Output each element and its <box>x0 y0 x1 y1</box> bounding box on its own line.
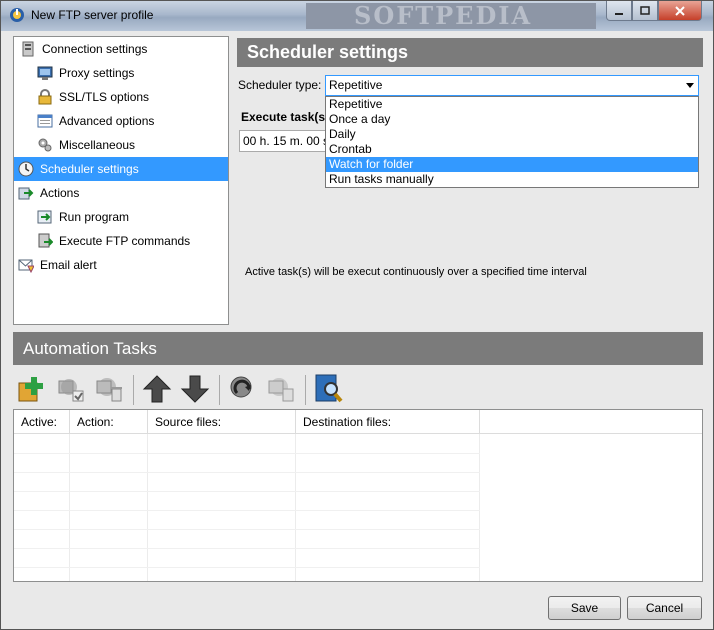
run-icon <box>37 210 52 224</box>
table-row[interactable] <box>14 568 480 581</box>
add-task-icon <box>18 377 43 402</box>
tree-item-run-program[interactable]: Run program <box>37 205 226 229</box>
delete-task-icon <box>96 378 122 402</box>
move-down-icon <box>180 375 210 403</box>
toolbar-separator <box>133 375 134 405</box>
table-row[interactable] <box>14 454 480 473</box>
refresh-button[interactable] <box>225 371 261 407</box>
title-bar[interactable]: New FTP server profile SOFTPEDIA <box>1 1 713 31</box>
actions-icon <box>18 187 34 200</box>
softpedia-watermark: SOFTPEDIA <box>306 3 596 29</box>
scheduler-type-value: Repetitive <box>329 78 383 92</box>
gears-icon <box>38 138 52 152</box>
table-row[interactable] <box>14 549 480 568</box>
dialog-window: New FTP server profile SOFTPEDIA Connect… <box>0 0 714 630</box>
column-header-source-files[interactable]: Source files: <box>148 410 296 433</box>
window-icon <box>37 114 53 128</box>
column-header-action[interactable]: Action: <box>70 410 148 433</box>
minimize-button[interactable] <box>606 1 632 21</box>
scheduler-type-dropdown: Repetitive Once a day Daily Crontab Watc… <box>325 96 699 188</box>
automation-tasks-header: Automation Tasks <box>13 332 703 365</box>
window-title: New FTP server profile <box>31 8 154 22</box>
option-crontab[interactable]: Crontab <box>326 142 698 157</box>
scheduler-description: Active task(s) will be execut continuous… <box>245 266 587 278</box>
column-header-active[interactable]: Active: <box>14 410 70 433</box>
close-icon <box>675 5 685 16</box>
option-repetitive[interactable]: Repetitive <box>326 97 698 112</box>
maximize-button[interactable] <box>632 1 658 21</box>
execute-interval-input[interactable]: 00 h. 15 m. 00 s. <box>239 130 327 152</box>
move-down-button[interactable] <box>177 371 213 407</box>
delete-task-button[interactable] <box>91 371 127 407</box>
tree-item-miscellaneous[interactable]: Miscellaneous <box>37 133 226 157</box>
clock-icon <box>18 161 34 177</box>
tree-item-execute-ftp-commands[interactable]: Execute FTP commands <box>37 229 226 253</box>
tree-item-actions[interactable]: Actions <box>18 181 226 205</box>
table-row[interactable] <box>14 435 480 454</box>
table-row[interactable] <box>14 530 480 549</box>
tree-item-ssl-tls-options[interactable]: SSL/TLS options <box>37 85 226 109</box>
move-up-icon <box>142 375 172 403</box>
edit-task-button[interactable] <box>53 371 89 407</box>
scheduler-type-label: Scheduler type: <box>238 78 322 92</box>
option-run-tasks-manually[interactable]: Run tasks manually <box>326 172 698 187</box>
ftp-commands-icon <box>38 233 53 248</box>
table-header: Active: Action: Source files: Destinatio… <box>14 410 702 434</box>
app-icon <box>10 8 24 22</box>
table-row[interactable] <box>14 473 480 492</box>
scheduler-settings-header: Scheduler settings <box>237 38 703 67</box>
column-header-destination-files[interactable]: Destination files: <box>296 410 480 433</box>
tree-item-scheduler-settings[interactable]: Scheduler settings <box>14 157 228 181</box>
settings-tree: Connection settings Proxy settings SSL/T… <box>13 36 229 325</box>
option-once-a-day[interactable]: Once a day <box>326 112 698 127</box>
minimize-icon <box>615 12 623 15</box>
search-button[interactable] <box>311 371 347 407</box>
table-row[interactable] <box>14 492 480 511</box>
scheduler-type-select[interactable]: Repetitive <box>325 75 699 96</box>
cancel-button[interactable]: Cancel <box>627 596 702 620</box>
option-daily[interactable]: Daily <box>326 127 698 142</box>
execute-tasks-label: Execute task(s) <box>241 110 330 124</box>
toolbar-separator <box>219 375 220 405</box>
table-row[interactable] <box>14 511 480 530</box>
lock-icon <box>38 89 52 105</box>
tree-item-email-alert[interactable]: Email alert <box>18 253 226 277</box>
duplicate-icon <box>268 378 294 402</box>
tree-item-proxy-settings[interactable]: Proxy settings <box>37 61 226 85</box>
dropdown-arrow-icon[interactable] <box>686 83 694 88</box>
refresh-icon <box>230 376 252 398</box>
email-alert-icon <box>18 259 34 273</box>
server-icon <box>22 41 34 57</box>
edit-task-icon <box>58 379 84 402</box>
toolbar-separator <box>305 375 306 405</box>
option-watch-for-folder[interactable]: Watch for folder <box>326 157 698 172</box>
move-up-button[interactable] <box>139 371 175 407</box>
tree-item-connection-settings[interactable]: Connection settings <box>20 37 226 61</box>
tree-item-advanced-options[interactable]: Advanced options <box>37 109 226 133</box>
save-button[interactable]: Save <box>548 596 621 620</box>
search-icon <box>315 374 343 403</box>
maximize-icon <box>640 5 650 15</box>
automation-tasks-table[interactable]: Active: Action: Source files: Destinatio… <box>13 409 703 582</box>
duplicate-button[interactable] <box>263 371 299 407</box>
add-task-button[interactable] <box>15 371 51 407</box>
close-button[interactable] <box>658 1 702 21</box>
proxy-icon <box>37 66 53 80</box>
